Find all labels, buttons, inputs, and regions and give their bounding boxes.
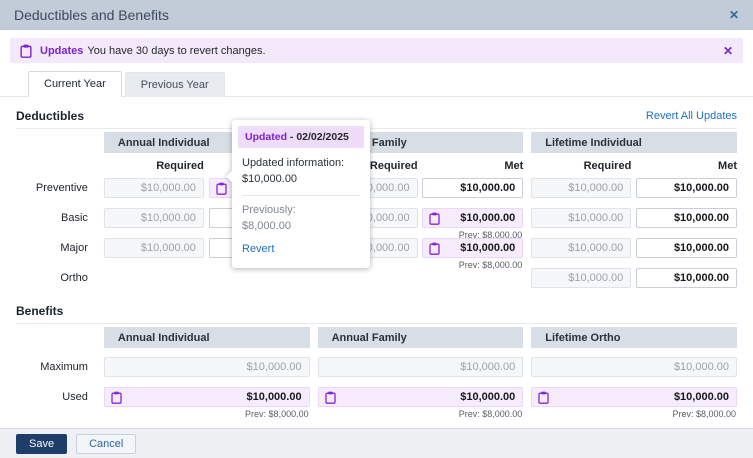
dialog-titlebar: Deductibles and Benefits ✕ — [0, 0, 753, 30]
save-button[interactable]: Save — [16, 433, 68, 454]
subheader-met: Met — [504, 160, 524, 172]
update-clipboard-icon[interactable] — [538, 391, 549, 404]
previous-value-note: Prev: $8,000.00 — [245, 409, 309, 419]
row-label: Major — [60, 242, 88, 254]
dialog-close-icon[interactable]: ✕ — [729, 9, 739, 21]
basic-lifetime-individual-met-input[interactable]: $10,000.00 — [636, 208, 737, 228]
tooltip-updated-value: $10,000.00 — [242, 172, 298, 185]
clipboard-icon — [20, 44, 32, 58]
tab-current-year[interactable]: Current Year — [28, 71, 122, 97]
dialog-footer: Save Cancel — [0, 428, 753, 458]
basic-annual-family-met-input[interactable]: $10,000.00 — [422, 208, 524, 228]
tab-previous-year[interactable]: Previous Year — [124, 72, 225, 97]
maximum-lifetime-ortho-input: $10,000.00 — [531, 357, 737, 377]
banner-message: You have 30 days to revert changes. — [87, 44, 266, 57]
update-clipboard-icon[interactable] — [429, 212, 440, 225]
used-annual-family-input[interactable]: $10,000.00 — [317, 387, 524, 407]
tooltip-previous-label: Previously: — [242, 203, 296, 216]
table-row-basic: Basic $10,000.00 $10,000.00 $10,000.00 $… — [16, 208, 737, 240]
benefits-table: Annual Individual Annual Family Lifetime… — [16, 323, 737, 419]
update-clipboard-icon[interactable] — [324, 391, 336, 404]
maximum-annual-individual-input: $10,000.00 — [103, 357, 310, 377]
preventive-lifetime-individual-required-input: $10,000.00 — [531, 178, 632, 198]
subheader-met: Met — [718, 160, 737, 172]
major-lifetime-individual-met-input[interactable]: $10,000.00 — [636, 238, 737, 258]
row-label: Preventive — [35, 182, 88, 194]
revert-all-updates-link[interactable]: Revert All Updates — [646, 110, 737, 122]
table-row-major: Major $10,000.00 $10,000.00 $10,000.00 $… — [16, 238, 737, 270]
maximum-annual-family-input: $10,000.00 — [317, 357, 524, 377]
row-label: Maximum — [40, 361, 88, 373]
basic-annual-individual-required-input: $10,000.00 — [103, 208, 204, 228]
major-annual-family-met-input[interactable]: $10,000.00 — [422, 238, 524, 258]
major-annual-individual-required-input: $10,000.00 — [103, 238, 204, 258]
row-label: Used — [62, 391, 88, 403]
used-lifetime-ortho-input[interactable]: $10,000.00 — [531, 387, 737, 407]
tooltip-header: Updated - 02/02/2025 — [238, 126, 364, 148]
deductibles-benefits-dialog: Deductibles and Benefits ✕ Updates You h… — [0, 0, 753, 458]
table-row-maximum: Maximum $10,000.00 $10,000.00 $10,000.00 — [16, 357, 737, 377]
used-annual-individual-input[interactable]: $10,000.00 — [103, 387, 310, 407]
banner-label: Updates — [40, 44, 84, 57]
subheader-required: Required — [156, 160, 204, 172]
year-tabs: Current Year Previous Year — [0, 71, 753, 97]
previous-value-note: Prev: $8,000.00 — [458, 409, 523, 419]
basic-lifetime-individual-required-input: $10,000.00 — [531, 208, 632, 228]
previous-value-note: Prev: $8,000.00 — [672, 409, 736, 419]
row-label: Basic — [60, 212, 88, 224]
update-clipboard-icon[interactable] — [429, 242, 440, 255]
table-row-used: Used $10,000.00 Prev: $8,000.00 $10,000.0… — [16, 387, 737, 419]
deductibles-heading: Deductibles — [16, 109, 85, 123]
preventive-annual-individual-required-input: $10,000.00 — [103, 178, 204, 198]
ortho-lifetime-individual-met-input[interactable]: $10,000.00 — [636, 268, 737, 288]
major-lifetime-individual-required-input: $10,000.00 — [531, 238, 632, 258]
column-header-annual-individual: Annual Individual — [103, 327, 310, 348]
deductibles-table: Annual Individual Annual Family Lifetime… — [16, 128, 737, 288]
update-clipboard-icon[interactable] — [215, 182, 227, 195]
dialog-title: Deductibles and Benefits — [14, 7, 169, 23]
column-header-lifetime-individual: Lifetime Individual — [531, 132, 737, 153]
tooltip-updated-label: Updated information: — [242, 157, 345, 169]
tooltip-previous-value: $8,000.00 — [242, 219, 291, 232]
tooltip-revert-link[interactable]: Revert — [242, 242, 360, 258]
ortho-lifetime-individual-required-input: $10,000.00 — [531, 268, 632, 288]
tab-content: Deductibles Revert All Updates Annual In… — [0, 109, 753, 419]
tooltip-divider — [242, 194, 360, 196]
preventive-lifetime-individual-met-input[interactable]: $10,000.00 — [636, 178, 737, 198]
table-row-preventive: Preventive $10,000.00 $10,000.00 $10,000… — [16, 178, 737, 198]
update-tooltip: Updated - 02/02/2025 Updated information… — [226, 120, 370, 268]
updates-banner: Updates You have 30 days to revert chang… — [10, 38, 743, 63]
update-clipboard-icon[interactable] — [111, 391, 122, 404]
column-header-annual-family: Annual Family — [317, 327, 524, 348]
benefits-heading: Benefits — [16, 304, 64, 318]
table-row-ortho: Ortho $10,000.00 $10,000.00 — [16, 268, 737, 288]
banner-close-icon[interactable]: ✕ — [723, 45, 733, 57]
cancel-button[interactable]: Cancel — [76, 433, 137, 454]
column-header-lifetime-ortho: Lifetime Ortho — [531, 327, 737, 348]
preventive-annual-family-met-input[interactable]: $10,000.00 — [422, 178, 524, 198]
row-label: Ortho — [60, 272, 88, 284]
subheader-required: Required — [583, 160, 632, 172]
